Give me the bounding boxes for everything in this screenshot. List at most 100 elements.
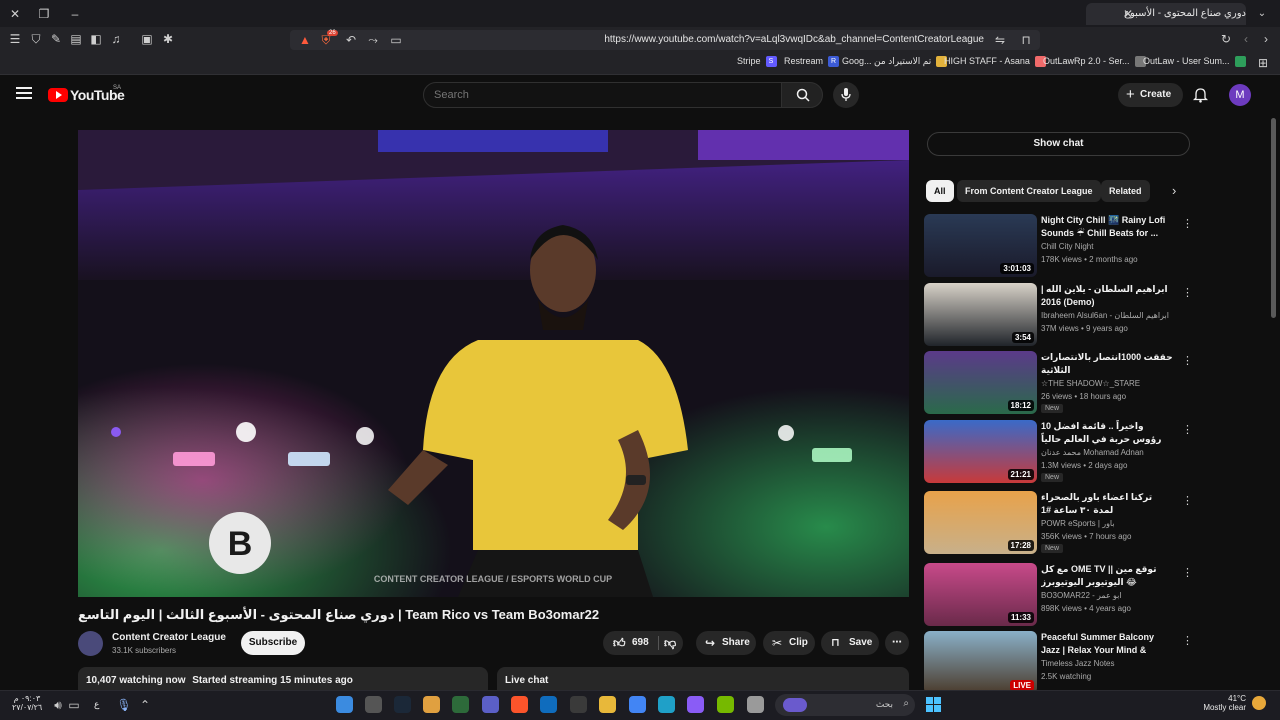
- create-button[interactable]: + Create: [1118, 83, 1183, 107]
- recommendation-channel[interactable]: POWR eSports | باور: [1041, 519, 1115, 528]
- window-minimize-icon[interactable]: –: [67, 6, 83, 22]
- search-input[interactable]: [434, 87, 764, 103]
- taskbar-search[interactable]: بحث ⌕: [775, 694, 915, 716]
- recommendation-item[interactable]: 3:54 ابراهيم السلطان - يلاين الله | 2016 …: [924, 283, 1194, 347]
- notifications-bell-icon[interactable]: [1192, 87, 1209, 108]
- subscribe-button[interactable]: Subscribe: [241, 631, 305, 655]
- steam-icon[interactable]: [394, 696, 411, 713]
- windows-start-icon[interactable]: [926, 697, 941, 712]
- bookmark-item[interactable]: OutLaw - User Sum...: [1143, 56, 1246, 68]
- brave-icon[interactable]: [511, 696, 528, 713]
- like-count[interactable]: 698: [632, 631, 649, 655]
- more-vertical-icon[interactable]: ⋮: [1182, 634, 1193, 647]
- video-thumbnail[interactable]: 21:21: [924, 420, 1037, 483]
- edge-icon[interactable]: [658, 696, 675, 713]
- notepad-icon[interactable]: [747, 696, 764, 713]
- bookmark-item[interactable]: OutLawRp 2.0 - Ser...: [1043, 56, 1146, 68]
- window-close-icon[interactable]: ✕: [7, 6, 23, 22]
- recommendation-channel[interactable]: Timeless Jazz Notes: [1041, 659, 1115, 668]
- browser-tab[interactable]: دوري صناع المحتوى - الأسبوع: [1086, 3, 1246, 25]
- translate-icon[interactable]: ⤳: [365, 32, 381, 48]
- music-icon[interactable]: ♫: [108, 31, 124, 47]
- store-icon[interactable]: [570, 696, 587, 713]
- weather-widget[interactable]: 41°C Mostly clear: [1202, 694, 1246, 712]
- teams-icon[interactable]: [482, 696, 499, 713]
- xbox-icon[interactable]: [452, 696, 469, 713]
- recommendation-item[interactable]: 11:33 مع كل OME TV || توقع مين اليوتيوبر …: [924, 563, 1194, 627]
- tab-close-icon[interactable]: ✕: [1120, 6, 1136, 22]
- youtube-logo-icon[interactable]: [48, 88, 68, 102]
- cast-icon[interactable]: ▭: [388, 32, 404, 48]
- maps-app-icon[interactable]: [336, 696, 353, 713]
- bookmark-icon[interactable]: ⊓: [1018, 32, 1034, 48]
- recommendation-channel[interactable]: محمد عدنان Mohamad Adnan: [1041, 448, 1144, 457]
- more-vertical-icon[interactable]: ⋮: [1182, 494, 1193, 507]
- forward-icon[interactable]: ›: [1258, 31, 1274, 47]
- sidebar-icon[interactable]: ◧: [88, 31, 104, 47]
- share-button[interactable]: ↪ Share: [696, 631, 756, 655]
- recommendation-item[interactable]: 21:21 واخيراً .. قائمة افضل 10 رؤوس حربة …: [924, 420, 1194, 484]
- recommendation-title[interactable]: واخيراً .. قائمة افضل 10 رؤوس حربة في ال…: [1041, 420, 1173, 446]
- network-icon[interactable]: ▭: [66, 697, 82, 713]
- extension-icon[interactable]: ✱: [160, 31, 176, 47]
- recommendation-channel[interactable]: Ibraheem Alsul6an - ابراهيم السلطان: [1041, 311, 1169, 320]
- recommendation-item[interactable]: 17:28 تركنا اعضاء باور بالصحراء لمدة ٣٠ س…: [924, 491, 1194, 555]
- recommendation-channel[interactable]: Chill City Night: [1041, 242, 1093, 251]
- chip-all[interactable]: All: [926, 180, 954, 202]
- input-language[interactable]: ع: [94, 699, 99, 710]
- outlook-icon[interactable]: [540, 696, 557, 713]
- bookmark-item[interactable]: Goog... تم الاستيراد من: [842, 56, 948, 68]
- copilot-icon[interactable]: [687, 696, 704, 713]
- video-thumbnail[interactable]: 3:54: [924, 283, 1037, 346]
- brave-rewards-icon[interactable]: ▲: [297, 32, 313, 48]
- bookmark-item[interactable]: Restream R: [784, 56, 840, 68]
- more-vertical-icon[interactable]: ⋮: [1182, 423, 1193, 436]
- chip-from-channel[interactable]: From Content Creator League: [957, 180, 1101, 202]
- recommendation-channel[interactable]: BO3OMAR22 - ابو عمر: [1041, 591, 1122, 600]
- page-scrollbar[interactable]: [1271, 118, 1276, 318]
- channel-name[interactable]: Content Creator League: [112, 632, 226, 643]
- video-thumbnail[interactable]: 3:01:03: [924, 214, 1037, 277]
- voice-search-button[interactable]: [833, 82, 859, 108]
- video-player[interactable]: B CONTENT CREATOR LEAGUE / ESPORTS WORLD…: [78, 130, 909, 597]
- video-thumbnail[interactable]: 18:12: [924, 351, 1037, 414]
- channel-avatar[interactable]: [78, 631, 103, 656]
- pen-icon[interactable]: ✎: [48, 31, 64, 47]
- recommendation-item[interactable]: 18:12 حققت 1000انتصار بالانتصارات الثلاثي…: [924, 351, 1194, 415]
- apps-grid-icon[interactable]: ⊞: [1255, 55, 1271, 71]
- tune-icon[interactable]: ⇋: [992, 32, 1008, 48]
- more-vertical-icon[interactable]: ⋮: [1182, 217, 1193, 230]
- recommendation-channel[interactable]: ☆THE SHADOW☆_STARE: [1041, 379, 1140, 388]
- recommendation-title[interactable]: مع كل OME TV || توقع مين اليوتيوبر اليوت…: [1041, 563, 1173, 589]
- video-thumbnail[interactable]: 11:33: [924, 563, 1037, 626]
- recommendation-title[interactable]: تركنا اعضاء باور بالصحراء لمدة ٣٠ ساعة #…: [1041, 491, 1173, 517]
- mic-tray-icon[interactable]: 🎙︎: [116, 697, 132, 713]
- account-avatar[interactable]: M: [1229, 84, 1251, 106]
- video-thumbnail[interactable]: LIVE: [924, 631, 1037, 694]
- nvidia-icon[interactable]: [717, 696, 734, 713]
- volume-icon[interactable]: 🔊︎: [50, 697, 66, 713]
- bookmark-item[interactable]: Stripe S: [737, 56, 777, 68]
- menu-icon[interactable]: ☰: [7, 31, 23, 47]
- folder-icon[interactable]: [599, 696, 616, 713]
- reader-icon[interactable]: ▤: [68, 31, 84, 47]
- recommendation-title[interactable]: Night City Chill 🌃 Rainy Lofi Sounds ☔ C…: [1041, 214, 1173, 240]
- tab-menu-icon[interactable]: ⌄: [1254, 6, 1270, 22]
- avatar-app-icon[interactable]: [423, 696, 440, 713]
- shield-icon[interactable]: ⛉: [28, 31, 44, 47]
- chrome-icon[interactable]: [629, 696, 646, 713]
- recommendation-title[interactable]: Peaceful Summer Balcony Jazz | Relax You…: [1041, 631, 1173, 657]
- clock[interactable]: ٠٩:٠٣ م ٢٧/٠٧/٢٦: [12, 694, 42, 712]
- search-button[interactable]: [781, 82, 823, 108]
- like-icon[interactable]: 👍︎: [613, 631, 626, 655]
- search-box[interactable]: [423, 82, 782, 108]
- dislike-icon[interactable]: 👎︎: [664, 631, 676, 655]
- recommendation-title[interactable]: ابراهيم السلطان - يلاين الله | 2016 (Dem…: [1041, 283, 1173, 309]
- chip-related[interactable]: Related: [1101, 180, 1150, 202]
- more-vertical-icon[interactable]: ⋮: [1182, 566, 1193, 579]
- recommendation-title[interactable]: حققت 1000انتصار بالانتصارات الثلاثية: [1041, 351, 1173, 377]
- window-restore-icon[interactable]: ❐: [36, 6, 52, 22]
- back-icon[interactable]: ‹: [1238, 31, 1254, 47]
- bookmark-item[interactable]: HIGH STAFF - Asana: [944, 56, 1046, 68]
- show-chat-button[interactable]: Show chat: [927, 132, 1190, 156]
